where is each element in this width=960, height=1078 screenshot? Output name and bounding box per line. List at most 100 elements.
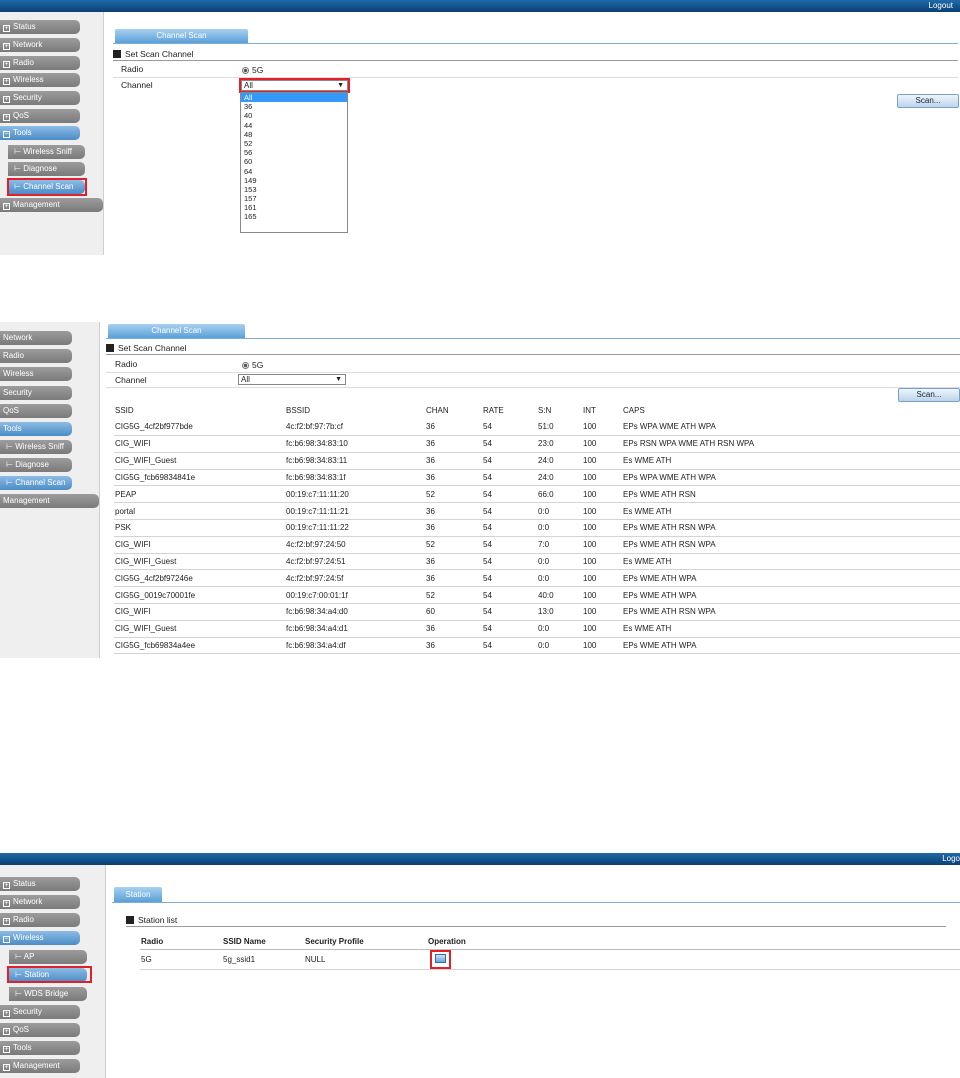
channel-option[interactable]: 153 [241, 185, 347, 194]
cell-int: 100 [582, 519, 622, 537]
nav-qos[interactable]: + QoS [0, 109, 80, 123]
highlight-box [7, 178, 87, 196]
column-header: INT [583, 405, 596, 415]
plus-box-icon: + [3, 900, 10, 907]
channel-option[interactable]: 44 [241, 121, 347, 130]
column-header: SSID [115, 405, 134, 415]
tree-branch-icon: ⊢ [15, 952, 24, 961]
cell-caps: EPs WME ATH WPA [622, 637, 960, 655]
nav-qos[interactable]: QoS [0, 404, 72, 418]
minus-box-icon: − [3, 131, 10, 138]
tab-channel-scan[interactable]: Channel Scan [108, 324, 245, 338]
section-title: Set Scan Channel [113, 49, 194, 59]
nav-channel-scan[interactable]: ⊢ Channel Scan [0, 476, 72, 490]
channel-option[interactable]: 165 [241, 212, 347, 221]
nav-status[interactable]: + Status [0, 20, 80, 34]
radio-label: Radio [115, 359, 138, 369]
cell-int: 100 [582, 435, 622, 453]
table-row: CIG5G_fcb69834841e fc:b6:98:34:83:1f 36 54 2… [114, 469, 960, 487]
logout-link[interactable]: Logout [929, 0, 960, 10]
nav-wireless[interactable]: Wireless [0, 367, 72, 381]
nav-status[interactable]: + Status [0, 877, 80, 891]
radio-selected-icon[interactable] [242, 67, 249, 74]
edit-icon[interactable] [435, 953, 446, 963]
nav-security[interactable]: + Security [0, 91, 80, 105]
row-divider [106, 372, 960, 373]
channel-option[interactable]: 60 [241, 157, 347, 166]
cell-ssid: CIG_WIFI [114, 603, 285, 621]
nav-wireless[interactable]: + Wireless [0, 73, 80, 87]
channel-option[interactable]: 48 [241, 130, 347, 139]
nav-wds-bridge[interactable]: ⊢ WDS Bridge [9, 987, 87, 1001]
table-row: PEAP 00:19:c7:11:11:20 52 54 66:0 100 EPs WME … [114, 485, 960, 504]
logout-link[interactable]: Logo [942, 853, 960, 863]
channel-option[interactable]: 149 [241, 176, 347, 185]
plus-box-icon: + [3, 1028, 10, 1035]
nav-tools[interactable]: + Tools [0, 1041, 80, 1055]
nav-diagnose[interactable]: ⊢ Diagnose [0, 458, 72, 472]
cell-ssid: CIG5G_fcb69834a4ee [114, 637, 285, 655]
nav-tools[interactable]: Tools [0, 422, 72, 436]
nav-management[interactable]: Management [0, 494, 99, 508]
channel-option[interactable]: 157 [241, 194, 347, 203]
nav-diagnose[interactable]: ⊢ Diagnose [8, 162, 85, 176]
channel-select[interactable]: All ▼ [238, 374, 346, 385]
scan-button[interactable]: Scan... [897, 94, 959, 108]
nav-radio[interactable]: Radio [0, 349, 72, 363]
table-row: CIG5G_4cf2bf97246e 4c:f2:bf:97:24:5f 36 54 0… [114, 569, 960, 588]
channel-option[interactable]: All [241, 93, 347, 103]
plus-box-icon: + [3, 882, 10, 889]
channel-option[interactable]: 56 [241, 148, 347, 157]
tab-station[interactable]: Station [114, 887, 162, 902]
channel-option[interactable]: 36 [241, 102, 347, 111]
cell-caps: EPs WPA WME ATH WPA [622, 418, 960, 437]
cell-chan: 52 [425, 536, 482, 554]
cell-bssid: fc:b6:98:34:a4:df [285, 637, 425, 655]
cell-ssid: CIG5G_fcb69834841e [114, 469, 285, 487]
plus-box-icon: + [3, 43, 10, 50]
nav-wireless-sniff[interactable]: ⊢ Wireless Sniff [8, 145, 85, 159]
cell-sn: 24:0 [537, 469, 582, 487]
nav-radio[interactable]: + Radio [0, 913, 80, 927]
cell-chan: 36 [425, 452, 482, 470]
cell-int: 100 [582, 569, 622, 588]
nav-ap[interactable]: ⊢ AP [9, 950, 87, 964]
nav-wireless-sniff[interactable]: ⊢ Wireless Sniff [0, 440, 72, 454]
cell-chan: 60 [425, 603, 482, 621]
table-header-row: SSID BSSID CHAN RATE S:N INT CAPS [114, 402, 960, 419]
cell-chan: 36 [425, 435, 482, 453]
highlight-box [239, 78, 350, 93]
station-ssid: 5g_ssid1 [222, 949, 304, 970]
nav-network[interactable]: + Network [0, 38, 80, 52]
nav-security[interactable]: Security [0, 386, 72, 400]
channel-option[interactable]: 40 [241, 111, 347, 120]
nav-qos[interactable]: + QoS [0, 1023, 80, 1037]
nav-management[interactable]: + Management [0, 1059, 80, 1073]
tab-channel-scan[interactable]: Channel Scan [115, 29, 248, 43]
nav-network[interactable]: + Network [0, 895, 80, 909]
scan-button[interactable]: Scan... [898, 388, 960, 402]
radio-option-5g[interactable]: 5G [242, 360, 263, 370]
nav-management[interactable]: + Management [0, 198, 103, 212]
table-row: CIG_WIFI_Guest 4c:f2:bf:97:24:51 36 54 0:0 10… [114, 553, 960, 571]
cell-sn: 23:0 [537, 435, 582, 453]
cell-rate: 54 [482, 536, 537, 554]
cell-caps: EPs RSN WPA WME ATH RSN WPA [622, 435, 960, 453]
channel-option[interactable]: 161 [241, 203, 347, 212]
panel-channel-scan-dropdown: Logout + Status + Network + Radio + Wireless… [0, 0, 960, 255]
nav-security[interactable]: + Security [0, 1005, 80, 1019]
nav-tools[interactable]: − Tools [0, 126, 80, 140]
channel-option[interactable]: 64 [241, 167, 347, 176]
cell-sn: 51:0 [537, 418, 582, 437]
nav-wireless[interactable]: − Wireless [0, 931, 80, 945]
cell-int: 100 [582, 502, 622, 521]
channel-dropdown-list[interactable]: All 36 40 44 48 52 56 60 64 149 153 157 … [240, 92, 348, 233]
channel-option[interactable]: 52 [241, 139, 347, 148]
nav-network[interactable]: Network [0, 331, 72, 345]
radio-option-5g[interactable]: 5G [242, 65, 263, 75]
nav-radio[interactable]: + Radio [0, 56, 80, 70]
radio-selected-icon[interactable] [242, 362, 249, 369]
column-header: S:N [538, 405, 552, 415]
cell-chan: 52 [425, 586, 482, 605]
plus-box-icon: + [3, 114, 10, 121]
